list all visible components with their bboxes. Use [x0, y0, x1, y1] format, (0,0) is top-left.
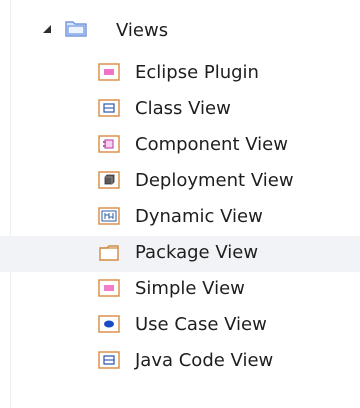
tree-item-java-code-view[interactable]: Java Code View: [0, 344, 360, 380]
component-view-icon: [98, 135, 120, 153]
tree-item-label: Deployment View: [135, 170, 294, 191]
tree-item-label: Use Case View: [135, 314, 267, 335]
java-code-view-icon: [98, 351, 120, 369]
tree-item-label: Eclipse Plugin: [135, 62, 259, 83]
use-case-view-icon: [98, 315, 120, 333]
tree-item-use-case-view[interactable]: Use Case View: [0, 308, 360, 344]
expand-collapse-icon[interactable]: [43, 25, 51, 33]
dynamic-view-icon: [98, 207, 120, 225]
tree-item-class-view[interactable]: Class View: [0, 92, 360, 128]
folder-package-icon: [65, 21, 87, 37]
tree-item-label: Class View: [135, 98, 231, 119]
tree-item-label: Java Code View: [135, 350, 274, 371]
tree-item-label: Package View: [135, 242, 259, 263]
tree-root-label: Views: [116, 20, 169, 41]
package-view-icon: [99, 245, 119, 261]
tree-node-views[interactable]: Views: [0, 15, 360, 51]
simple-view-icon: [98, 279, 120, 297]
eclipse-plugin-view-icon: [98, 63, 120, 81]
tree-item-eclipse-plugin[interactable]: Eclipse Plugin: [0, 56, 360, 92]
tree-item-label: Dynamic View: [135, 206, 263, 227]
tree-item-simple-view[interactable]: Simple View: [0, 272, 360, 308]
tree-item-dynamic-view[interactable]: Dynamic View: [0, 200, 360, 236]
tree-item-label: Component View: [135, 134, 288, 155]
class-view-icon: [98, 99, 120, 117]
tree-item-label: Simple View: [135, 278, 245, 299]
tree-view: Views Eclipse Plugin Class View Componen…: [0, 0, 360, 408]
tree-item-deployment-view[interactable]: Deployment View: [0, 164, 360, 200]
deployment-view-icon: [98, 171, 120, 189]
tree-item-component-view[interactable]: Component View: [0, 128, 360, 164]
tree-item-package-view[interactable]: Package View: [0, 236, 360, 272]
